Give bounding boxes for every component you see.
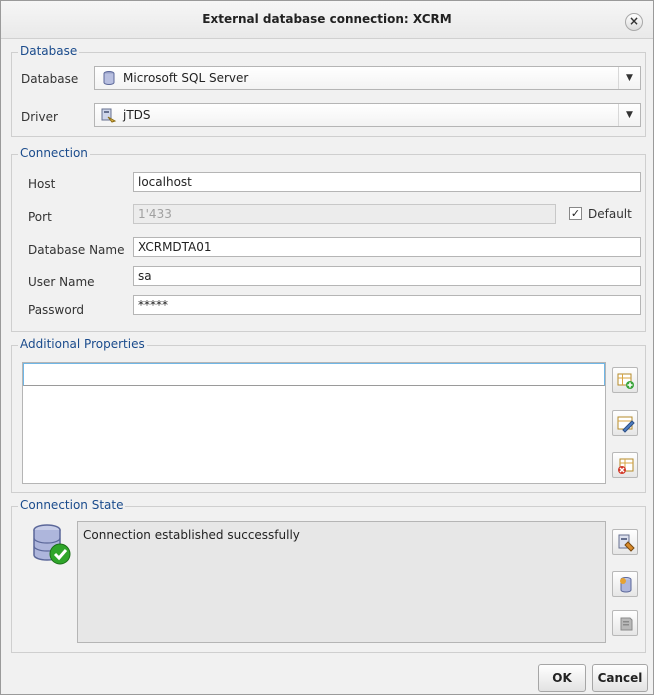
connection-state-legend: Connection State: [18, 498, 126, 512]
edit-row-icon: [617, 416, 635, 433]
connection-state-message-area: Connection established successfully: [77, 521, 606, 643]
chevron-down-icon[interactable]: ▼: [618, 104, 640, 126]
database-select-value: Microsoft SQL Server: [123, 71, 249, 85]
driver-label: Driver: [21, 110, 58, 124]
database-info-button[interactable]: [612, 571, 638, 597]
edit-property-button[interactable]: [612, 410, 638, 436]
host-input[interactable]: localhost: [133, 172, 641, 192]
test-connection-button[interactable]: [612, 529, 638, 555]
disconnect-button[interactable]: [612, 610, 638, 636]
port-label: Port: [28, 210, 52, 224]
cancel-button[interactable]: Cancel: [592, 664, 648, 692]
driver-select[interactable]: jTDS ▼: [94, 103, 641, 127]
database-name-input[interactable]: XCRMDTA01: [133, 237, 641, 257]
database-select[interactable]: Microsoft SQL Server ▼: [94, 66, 641, 90]
close-button[interactable]: ×: [625, 13, 643, 31]
properties-row[interactable]: [23, 363, 605, 386]
dialog-title: External database connection: XCRM: [202, 12, 452, 26]
disconnect-icon: [620, 617, 633, 631]
driver-icon: [101, 108, 117, 123]
external-db-connection-dialog: External database connection: XCRM × Dat…: [0, 0, 654, 695]
database-label: Database: [21, 72, 79, 86]
driver-select-value: jTDS: [123, 108, 151, 122]
add-property-button[interactable]: [612, 367, 638, 393]
database-group-legend: Database: [18, 44, 80, 58]
properties-table[interactable]: [22, 362, 606, 484]
host-label: Host: [28, 177, 56, 191]
password-label: Password: [28, 303, 85, 317]
password-input[interactable]: *****: [133, 295, 641, 315]
ok-button[interactable]: OK: [538, 664, 586, 692]
additional-properties-legend: Additional Properties: [18, 337, 147, 351]
port-input[interactable]: 1'433: [133, 204, 556, 224]
delete-property-button[interactable]: [612, 452, 638, 478]
test-connection-icon: [618, 534, 635, 552]
default-checkbox[interactable]: ✓: [569, 207, 582, 220]
database-name-label: Database Name: [28, 243, 125, 257]
user-name-input[interactable]: sa: [133, 266, 641, 286]
add-row-icon: [617, 373, 634, 389]
close-icon: ×: [628, 14, 640, 28]
default-label: Default: [588, 207, 632, 221]
user-name-label: User Name: [28, 275, 95, 289]
delete-row-icon: [618, 458, 634, 474]
connection-state-message: Connection established successfully: [83, 528, 300, 542]
connection-group-legend: Connection: [18, 146, 90, 160]
database-icon: [103, 71, 115, 85]
database-success-icon: [33, 524, 71, 565]
database-info-icon: [620, 577, 632, 593]
title-bar: External database connection: XCRM ×: [1, 1, 653, 39]
chevron-down-icon[interactable]: ▼: [618, 67, 640, 89]
